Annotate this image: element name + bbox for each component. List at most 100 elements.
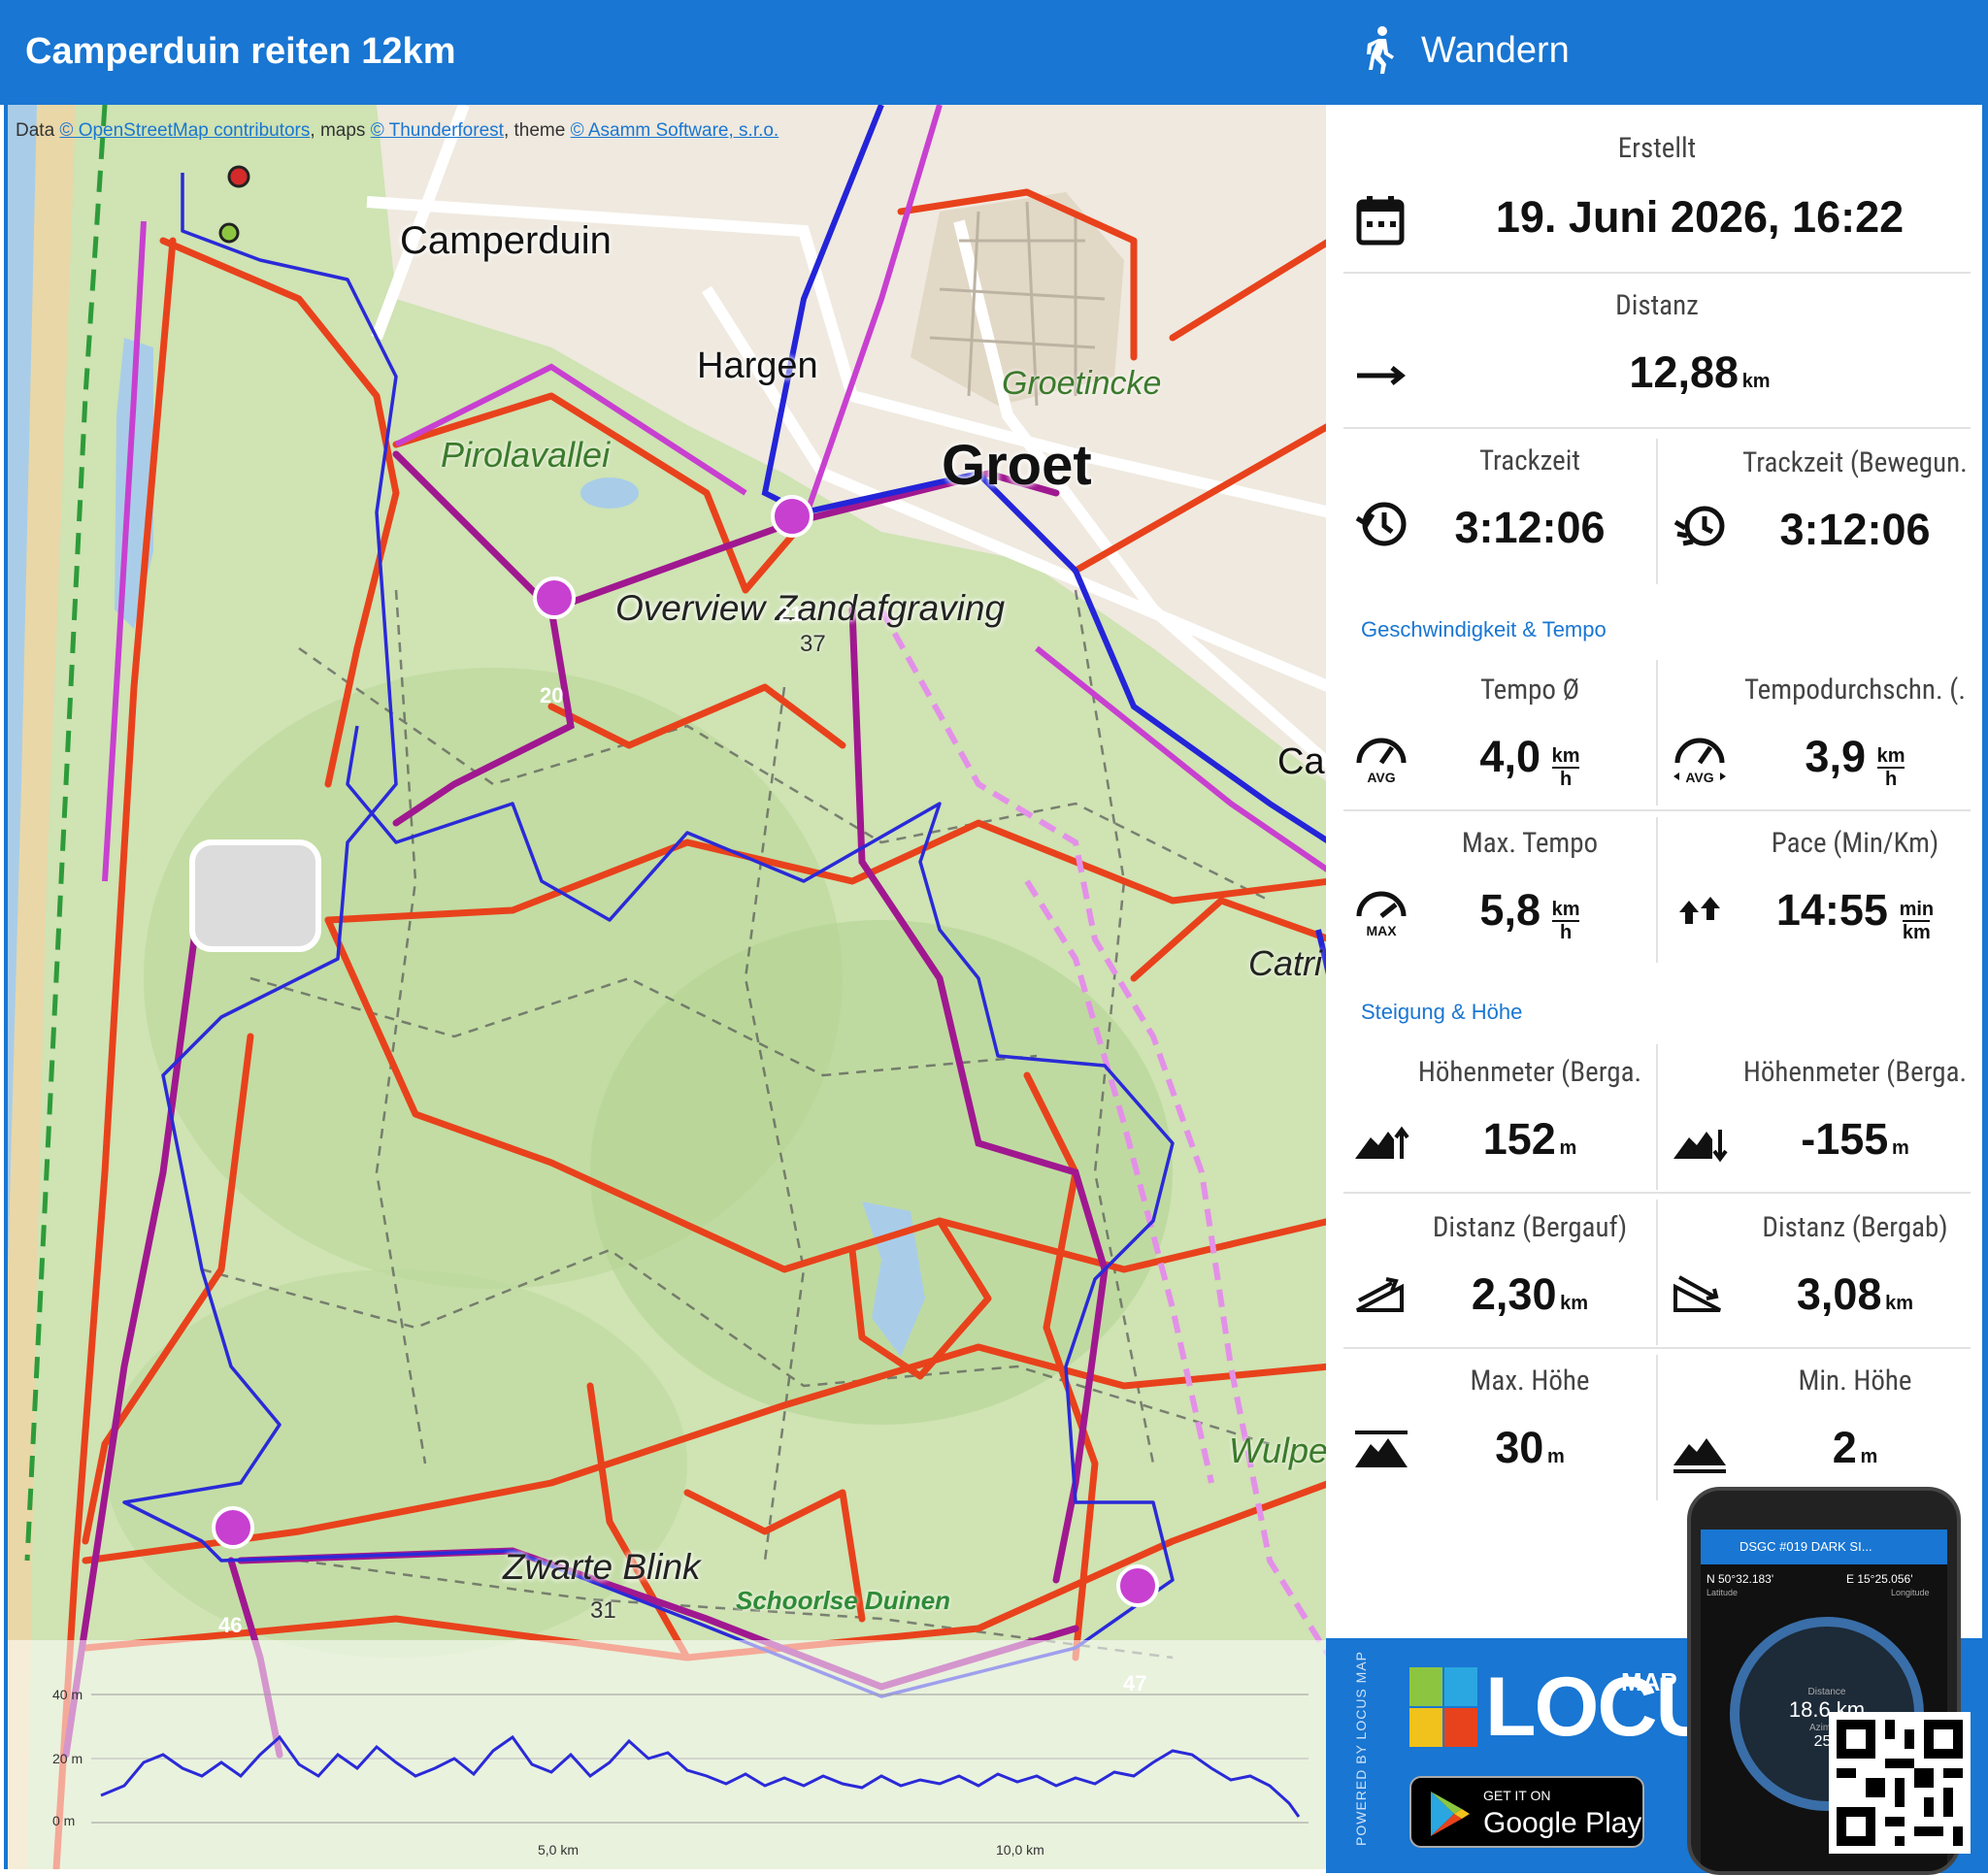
stat-track-time-moving: Trackzeit (Bewegun. [1734, 446, 1976, 479]
attribution-theme: , theme [503, 120, 571, 141]
ascent-unit: m [1559, 1137, 1577, 1159]
elevation-profile [91, 1694, 1309, 1824]
track-title: Camperduin reiten 12km [25, 31, 456, 72]
gplay-small-text: GET IT ON [1483, 1788, 1551, 1803]
divider [1656, 1200, 1658, 1345]
place-label: Groetincke [1002, 365, 1162, 402]
qr-code[interactable] [1829, 1712, 1971, 1854]
pace-value: 14:55 [1775, 885, 1888, 935]
osm-link[interactable]: © OpenStreetMap contributors [59, 120, 310, 141]
stat-label: Höhenmeter (Berga. [1742, 1056, 1968, 1089]
google-play-icon [1431, 1792, 1470, 1836]
pace-unit: min km [1900, 899, 1935, 943]
stat-max-alt: Max. Höhe [1413, 1365, 1646, 1398]
elev-x-label: 10,0 km [996, 1842, 1044, 1858]
place-label: Wulpe [1229, 1431, 1326, 1470]
app-header: Camperduin reiten 12km Wandern [0, 0, 1988, 105]
divider [1656, 817, 1658, 963]
stat-label: Max. Höhe [1470, 1365, 1590, 1398]
track-time-value: 3:12:06 [1454, 503, 1606, 552]
dist-downhill-unit: km [1885, 1293, 1914, 1314]
place-label: Camperduin [400, 219, 612, 262]
max-icon-text: MAX [1366, 923, 1397, 938]
divider [1656, 660, 1658, 806]
section-elevation: Steigung & Höhe [1361, 1000, 1523, 1024]
divider [1343, 272, 1971, 274]
node-label: 21 [779, 602, 803, 626]
activity-type: Wandern [1359, 25, 1570, 76]
stat-max-alt-value: 30 m [1413, 1423, 1646, 1473]
elev-x-label: 5,0 km [538, 1842, 580, 1858]
avg-icon-text: AVG [1685, 770, 1713, 784]
stat-created: Erstellt [1326, 132, 1988, 165]
stat-label: Höhenmeter (Berga. [1417, 1056, 1642, 1089]
mountain-min-icon [1673, 1438, 1726, 1473]
section-speed: Geschwindigkeit & Tempo [1361, 617, 1607, 641]
mountain-ascent-icon [1355, 1126, 1409, 1159]
stat-min-alt-value: 2 m [1734, 1423, 1976, 1473]
attribution-maps: , maps [310, 120, 371, 141]
clock-moving-icon [1673, 506, 1725, 546]
node-label: 46 [218, 1613, 243, 1637]
phone-latitude: N 50°32.183' [1706, 1572, 1774, 1586]
slope-down-icon [1673, 1275, 1721, 1312]
divider [1343, 1192, 1971, 1194]
mountain-descent-icon [1673, 1130, 1728, 1163]
dist-uphill-value: 2,30 [1471, 1269, 1557, 1319]
stat-avg-speed-value: 4,0 km h [1413, 732, 1646, 790]
avg-speed-unit: km h [1552, 745, 1580, 790]
powered-by-label: POWERED BY LOCUS MAP [1353, 1650, 1369, 1846]
asamm-link[interactable]: © Asamm Software, s.r.o. [571, 120, 779, 141]
unit-denominator: h [1560, 921, 1573, 943]
arrow-right-icon [1357, 366, 1407, 385]
stat-avg-speed-moving: Tempodurchschn. (. [1734, 674, 1976, 707]
node-label: 20 [540, 683, 564, 707]
slope-up-icon [1356, 1277, 1404, 1312]
thunderforest-link[interactable]: © Thunderforest [371, 120, 504, 141]
place-label: Schoorlse Duinen [736, 1586, 951, 1615]
stat-pace: Pace (Min/Km) [1734, 827, 1976, 860]
google-play-badge[interactable]: GET IT ON Google Play [1409, 1776, 1644, 1848]
phone-title-bar: DSGC #019 DARK SI... [1701, 1530, 1947, 1564]
unit-numerator: min [1899, 898, 1935, 920]
stat-label: Tempodurchschn. (. [1743, 674, 1967, 707]
phone-latitude-label: Latitude [1706, 1588, 1739, 1597]
route-number: 31 [590, 1597, 616, 1624]
stat-label: Distanz (Bergauf) [1432, 1211, 1628, 1244]
route-number: 37 [800, 631, 826, 657]
created-value: 19. Juni 2026, 16:22 [1495, 192, 1905, 242]
phone-longitude-label: Longitude [1891, 1588, 1930, 1597]
unit-denominator: h [1885, 768, 1898, 790]
stat-label: Erstellt [1617, 132, 1697, 165]
unit-numerator: km [1551, 898, 1580, 920]
place-label: Ca [1277, 741, 1325, 782]
divider [1343, 809, 1971, 811]
stat-max-speed: Max. Tempo [1413, 827, 1646, 860]
stat-descent-value: -155 m [1734, 1114, 1976, 1165]
stat-ascent-value: 152 m [1413, 1114, 1646, 1165]
max-alt-value: 30 [1495, 1423, 1544, 1472]
mountain-max-icon [1355, 1431, 1408, 1467]
avg-icon-text: AVG [1367, 770, 1395, 784]
stat-label: Distanz (Bergab) [1762, 1211, 1948, 1244]
speedometer-moving-icon: AVG [1673, 738, 1726, 784]
map-view[interactable]: Data © OpenStreetMap contributors, maps … [4, 105, 1326, 1869]
locus-puzzle-icon [1409, 1667, 1477, 1747]
stat-label: Pace (Min/Km) [1771, 827, 1939, 860]
divider [1343, 427, 1971, 429]
stat-distance-value: 12,88 km [1423, 347, 1976, 398]
qr-code-icon [1837, 1720, 1963, 1846]
stat-label: Distanz [1615, 289, 1699, 322]
ascent-value: 152 [1482, 1114, 1556, 1164]
track-time-moving-value: 3:12:06 [1779, 505, 1931, 554]
speedometer-avg-icon: AVG [1356, 738, 1407, 784]
elevation-chart[interactable]: 40 m 20 m 0 m 5,0 km 10,0 km [8, 1640, 1326, 1869]
stat-max-speed-value: 5,8 km h [1413, 885, 1646, 943]
unit-numerator: km [1876, 744, 1905, 767]
stat-track-time-moving-value: 3:12:06 [1734, 505, 1976, 555]
unit-denominator: km [1902, 921, 1931, 943]
phone-longitude: E 15°25.056' [1846, 1572, 1913, 1586]
max-speed-unit: km h [1552, 899, 1580, 943]
divider [1656, 1044, 1658, 1190]
map-attribution: Data © OpenStreetMap contributors, maps … [16, 120, 779, 142]
